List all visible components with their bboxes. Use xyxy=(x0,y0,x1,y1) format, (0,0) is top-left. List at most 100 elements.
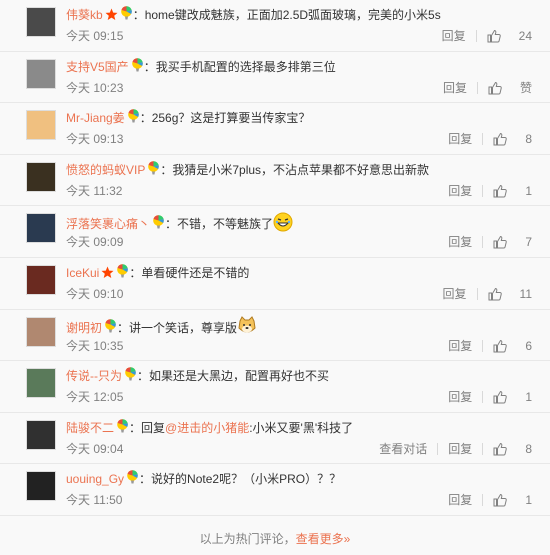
username-link[interactable]: 伟葵kb xyxy=(66,8,103,22)
comment-line: 支持V5国产 ：我买手机配置的选择最多排第三位 xyxy=(66,57,542,78)
avatar[interactable] xyxy=(26,58,56,89)
reply-button[interactable]: 回复 xyxy=(443,286,467,302)
username-link[interactable]: 愤怒的蚂蚁VIP xyxy=(66,163,145,177)
avatar[interactable] xyxy=(26,471,56,502)
divider xyxy=(482,236,484,249)
like-button[interactable]: 6 xyxy=(493,338,532,354)
thumbs-up-icon xyxy=(493,235,516,249)
reply-button[interactable]: 回复 xyxy=(448,234,472,250)
comment-text: ：home键改成魅族，正面加2.5D弧面玻璃，完美的小米5s xyxy=(132,8,441,22)
reply-button[interactable]: 回复 xyxy=(448,131,472,147)
comment-text: ：讲一个笑话，尊享版 xyxy=(117,320,238,335)
footer-label: 以上为热门评论， xyxy=(199,532,296,546)
comment-item: Mr-Jiang姜 ：256g？这是打算要当传家宝？ 今天 09:13 回复 8 xyxy=(0,103,550,155)
username-link[interactable]: IceKui xyxy=(66,266,99,280)
divider xyxy=(482,339,484,352)
comment-actions: 回复 1 xyxy=(448,389,532,405)
comment-item: uouing_Gy ：说好的Note2呢？（小米PRO）？？ 今天 11:50 回复 1 xyxy=(0,464,550,516)
divider xyxy=(475,30,477,42)
view-more-link[interactable]: 查看更多» xyxy=(296,532,351,546)
comment-actions: 回复 24 xyxy=(442,28,532,44)
comment-text: ：如果还是大黑边，配置再好也不买 xyxy=(137,369,330,384)
divider xyxy=(476,81,478,94)
username-link[interactable]: 浮落笑裹心痛丶 xyxy=(66,217,150,231)
comment-text-suffix: :小米又要'黑'科技了 xyxy=(249,420,354,435)
hot-comment-list: 伟葵kb ：home键改成魅族，正面加2.5D弧面玻璃，完美的小米5s 今天 09:… xyxy=(0,0,550,555)
like-count: 6 xyxy=(525,338,532,353)
avatar[interactable] xyxy=(26,368,56,399)
reply-button[interactable]: 回复 xyxy=(448,183,472,199)
balloon-badge-icon xyxy=(131,57,144,78)
comment-item: 愤怒的蚂蚁VIP ：我猜是小米7plus，不沾点苹果都不好意思出新款 今天 11:3… xyxy=(0,155,550,207)
comment-actions: 查看对话 回复 8 xyxy=(379,441,532,457)
avatar[interactable] xyxy=(26,110,56,141)
like-button[interactable]: 1 xyxy=(493,389,532,405)
like-count: 赞 xyxy=(519,80,532,95)
comment-text: ：不错，不等魅族了 xyxy=(165,217,274,232)
comment-actions: 回复 赞 xyxy=(443,80,532,96)
mention-link[interactable]: @进击的小猪能 xyxy=(165,421,249,435)
username-link[interactable]: 陆骏不二 xyxy=(66,421,114,435)
like-button[interactable]: 1 xyxy=(493,492,532,508)
like-button[interactable]: 11 xyxy=(488,286,532,302)
username-link[interactable]: 传说--只为 xyxy=(66,369,122,383)
comment-item: 谢明初 ：讲一个笑话，尊享版 今天 10:35 回复 6 xyxy=(0,310,550,362)
balloon-badge-icon xyxy=(116,264,129,284)
like-button[interactable]: 8 xyxy=(493,441,532,457)
thumbs-up-icon xyxy=(488,287,511,301)
reply-button[interactable]: 回复 xyxy=(442,28,466,44)
balloon-badge-icon xyxy=(127,109,140,129)
avatar[interactable] xyxy=(26,213,56,244)
thumbs-up-icon xyxy=(493,132,516,146)
username-link[interactable]: 谢明初 xyxy=(66,321,102,335)
reply-button[interactable]: 回复 xyxy=(448,389,472,405)
timestamp: 今天 09:13 xyxy=(66,132,124,147)
username-link[interactable]: Mr-Jiang姜 xyxy=(66,111,125,125)
divider xyxy=(482,184,484,197)
balloon-badge-icon xyxy=(124,367,137,387)
comment-text: ：256g？这是打算要当传家宝？ xyxy=(139,111,311,126)
reply-button[interactable]: 回复 xyxy=(448,441,472,457)
divider xyxy=(482,494,484,507)
like-count: 24 xyxy=(518,29,532,43)
thumbs-up-icon xyxy=(493,390,516,404)
thumbs-up-icon xyxy=(487,29,510,43)
timestamp: 今天 09:10 xyxy=(66,287,124,301)
comment-actions: 回复 6 xyxy=(448,338,532,354)
avatar[interactable] xyxy=(26,316,56,347)
comment-text: ：我猜是小米7plus，不沾点苹果都不好意思出新款 xyxy=(160,162,430,177)
like-count: 1 xyxy=(525,390,532,405)
balloon-badge-icon xyxy=(120,6,133,26)
view-dialog-link[interactable]: 查看对话 xyxy=(379,441,427,457)
like-count: 11 xyxy=(519,287,532,301)
avatar[interactable] xyxy=(26,419,56,450)
reply-button[interactable]: 回复 xyxy=(448,338,472,354)
avatar[interactable] xyxy=(26,7,56,37)
comment-item: 伟葵kb ：home键改成魅族，正面加2.5D弧面玻璃，完美的小米5s 今天 09:… xyxy=(0,0,550,52)
comment-text-prefix: ：回复 xyxy=(129,420,166,435)
divider xyxy=(482,391,484,404)
timestamp: 今天 11:50 xyxy=(66,493,123,508)
username-link[interactable]: 支持V5国产 xyxy=(66,60,129,74)
like-button[interactable]: 8 xyxy=(493,131,532,147)
divider xyxy=(482,133,484,146)
timestamp: 今天 09:04 xyxy=(66,441,124,456)
footer: 以上为热门评论，查看更多» xyxy=(0,527,550,551)
avatar[interactable] xyxy=(26,161,56,192)
comment-text: ：单看硬件还是不错的 xyxy=(129,266,250,280)
like-button[interactable]: 1 xyxy=(493,183,532,199)
divider xyxy=(437,442,439,455)
comment-line: 伟葵kb ：home键改成魅族，正面加2.5D弧面玻璃，完美的小米5s xyxy=(66,6,542,26)
reply-button[interactable]: 回复 xyxy=(443,80,467,96)
like-button[interactable]: 赞 xyxy=(488,80,532,96)
comment-actions: 回复 11 xyxy=(443,286,532,302)
username-link[interactable]: uouing_Gy xyxy=(66,472,124,486)
reply-button[interactable]: 回复 xyxy=(448,492,472,508)
comment-item: IceKui ：单看硬件还是不错的 今天 09:10 回复 11 xyxy=(0,258,550,310)
timestamp: 今天 09:09 xyxy=(66,235,124,250)
like-button[interactable]: 24 xyxy=(487,28,532,44)
comment-actions: 回复 1 xyxy=(448,183,532,199)
avatar[interactable] xyxy=(26,265,56,295)
like-button[interactable]: 7 xyxy=(493,234,532,250)
vip-star-icon xyxy=(105,8,118,26)
